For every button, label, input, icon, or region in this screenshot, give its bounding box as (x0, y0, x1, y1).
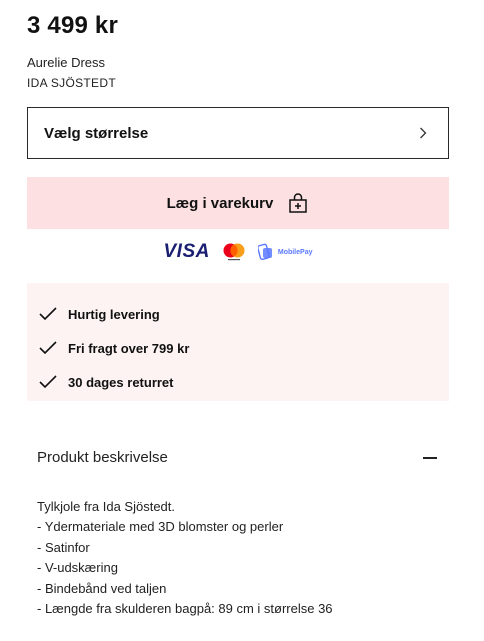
benefits-box: Hurtig levering Fri fragt over 799 kr 30… (27, 283, 449, 401)
description-line: - Satinfor (37, 539, 90, 555)
product-name: Aurelie Dress (27, 55, 106, 70)
mobilepay-icon (257, 243, 272, 261)
product-price: 3 499 kr (27, 12, 119, 39)
add-to-cart-button[interactable]: Læg i varekurv (27, 177, 449, 229)
size-selector-label: Vælg størrelse (44, 124, 149, 142)
description-title: Produkt beskrivelse (37, 449, 168, 466)
benefit-label: Fri fragt over 799 kr (68, 340, 190, 356)
chevron-right-icon (416, 126, 430, 140)
benefit-item: Hurtig levering (39, 297, 449, 331)
benefit-label: 30 dages returret (68, 374, 174, 390)
description-line: - Bindebånd ved taljen (37, 580, 167, 596)
brand-name[interactable]: IDA SJÖSTEDT (27, 76, 116, 90)
add-to-cart-label: Læg i varekurv (166, 194, 274, 212)
description-body: Tylkjole fra Ida Sjöstedt. - Ydermateria… (37, 497, 457, 619)
mastercard-icon (222, 242, 246, 262)
minus-icon[interactable] (423, 456, 437, 459)
size-selector[interactable]: Vælg størrelse (27, 107, 449, 159)
benefit-label: Hurtig levering (68, 306, 160, 322)
checkmark-icon (39, 307, 57, 321)
mobilepay-text: MobilePay (277, 248, 313, 256)
bag-plus-icon (287, 192, 309, 214)
mobilepay-logo: MobilePay (257, 243, 313, 261)
visa-logo: VISA (163, 241, 210, 262)
payment-methods: VISA MobilePay (0, 241, 476, 263)
description-line: - V-udskæring (37, 560, 118, 576)
checkmark-icon (39, 375, 57, 389)
description-accordion-header[interactable]: Produkt beskrivelse (37, 449, 437, 466)
benefit-item: Fri fragt over 799 kr (39, 331, 449, 365)
description-line: - Ydermateriale med 3D blomster og perle… (37, 519, 284, 535)
benefit-item: 30 dages returret (39, 365, 449, 399)
description-line: - Længde fra skulderen bagpå: 89 cm i st… (37, 601, 333, 617)
description-line: Tylkjole fra Ida Sjöstedt. (37, 499, 176, 514)
checkmark-icon (39, 341, 57, 355)
